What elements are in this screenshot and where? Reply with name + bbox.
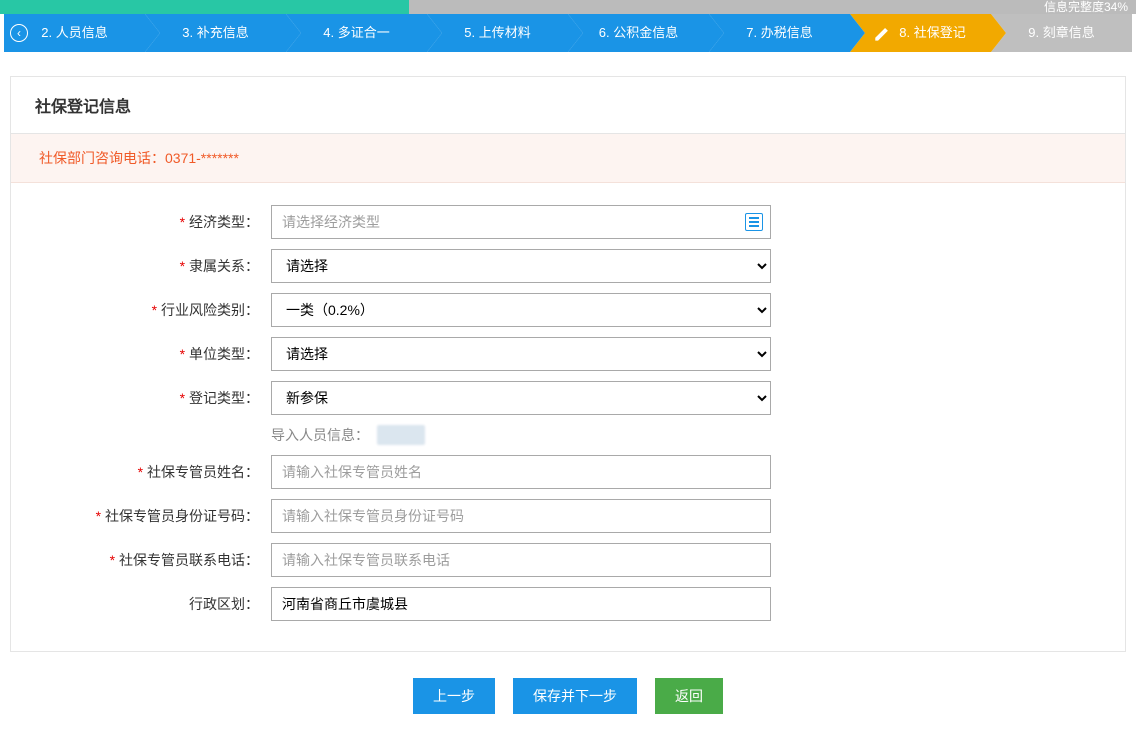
step-label: 5. 上传材料	[464, 14, 530, 52]
step-label: 2. 人员信息	[41, 14, 107, 52]
label-admin-name: 社保专管员姓名：	[11, 462, 271, 482]
step-8[interactable]: 8. 社保登记	[850, 14, 991, 52]
form-card: 社保登记信息 社保部门咨询电话：0371-******* 经济类型： 隶属关系：…	[10, 76, 1126, 652]
step-9: 9. 刻章信息	[991, 14, 1132, 52]
label-admin-phone: 社保专管员联系电话：	[11, 550, 271, 570]
card-title: 社保登记信息	[11, 77, 1125, 134]
step-5[interactable]: 5. 上传材料	[427, 14, 568, 52]
admin-phone-input[interactable]	[271, 543, 771, 577]
step-3[interactable]: 3. 补充信息	[145, 14, 286, 52]
back-button[interactable]: 返回	[655, 678, 723, 714]
risk-level-select[interactable]: 一类（0.2%）	[271, 293, 771, 327]
label-risk-level: 行业风险类别：	[11, 300, 271, 320]
step-label: 3. 补充信息	[182, 14, 248, 52]
step-4[interactable]: 4. 多证合一	[286, 14, 427, 52]
completeness-progress: 信息完整度34%	[0, 0, 1136, 14]
step-label: 4. 多证合一	[323, 14, 389, 52]
save-next-button[interactable]: 保存并下一步	[513, 678, 637, 714]
step-nav: 2. 人员信息 ‹ 3. 补充信息 4. 多证合一 5. 上传材料 6. 公积金信息 7. …	[0, 14, 1136, 52]
step-2[interactable]: 2. 人员信息 ‹	[4, 14, 145, 52]
import-persons-thumbnail[interactable]	[377, 425, 425, 445]
picker-icon[interactable]	[745, 213, 763, 231]
label-unit-type: 单位类型：	[11, 344, 271, 364]
pencil-icon	[875, 14, 893, 52]
step-6[interactable]: 6. 公积金信息	[568, 14, 709, 52]
region-input[interactable]	[271, 587, 771, 621]
affiliation-select[interactable]: 请选择	[271, 249, 771, 283]
step-label: 9. 刻章信息	[1028, 14, 1094, 52]
step-label: 7. 办税信息	[746, 14, 812, 52]
economy-type-input[interactable]	[271, 205, 771, 239]
social-insurance-form: 经济类型： 隶属关系： 请选择 行业风险类别： 一类（0.2%）	[11, 183, 1125, 651]
label-register-type: 登记类型：	[11, 388, 271, 408]
register-type-select[interactable]: 新参保	[271, 381, 771, 415]
admin-id-input[interactable]	[271, 499, 771, 533]
label-economy-type: 经济类型：	[11, 212, 271, 232]
step-label: 8. 社保登记	[899, 14, 965, 52]
footer-actions: 上一步 保存并下一步 返回	[0, 652, 1136, 744]
label-region: 行政区划：	[11, 594, 271, 614]
hotline-notice: 社保部门咨询电话：0371-*******	[11, 134, 1125, 183]
prev-button[interactable]: 上一步	[413, 678, 495, 714]
import-persons-label: 导入人员信息：	[271, 425, 369, 445]
admin-name-input[interactable]	[271, 455, 771, 489]
step-label: 6. 公积金信息	[599, 14, 678, 52]
progress-fill	[0, 0, 409, 14]
step-7[interactable]: 7. 办税信息	[709, 14, 850, 52]
back-chevron-icon[interactable]: ‹	[10, 24, 28, 42]
label-affiliation: 隶属关系：	[11, 256, 271, 276]
unit-type-select[interactable]: 请选择	[271, 337, 771, 371]
progress-text: 信息完整度34%	[1044, 0, 1128, 14]
label-admin-id: 社保专管员身份证号码：	[11, 506, 271, 526]
